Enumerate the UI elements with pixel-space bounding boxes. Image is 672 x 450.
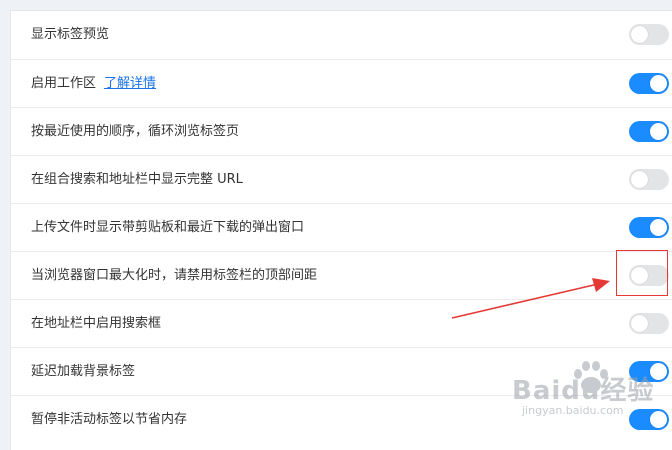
- setting-label: 当浏览器窗口最大化时，请禁用标签栏的顶部间距: [31, 268, 318, 283]
- setting-label: 暂停非活动标签以节省内存: [31, 412, 188, 427]
- setting-label: 延迟加载背景标签: [31, 364, 136, 379]
- setting-label: 显示标签预览: [31, 27, 110, 42]
- watermark-text: Baidu经验: [512, 376, 655, 406]
- address-search-toggle[interactable]: [629, 313, 669, 334]
- workspaces-toggle[interactable]: [629, 73, 669, 94]
- setting-row-tabbar-spacing: 当浏览器窗口最大化时，请禁用标签栏的顶部间距: [11, 251, 672, 299]
- setting-label: 启用工作区 了解详情: [31, 74, 156, 94]
- toggle-knob: [650, 219, 667, 236]
- setting-row-address-search: 在地址栏中启用搜索框: [11, 299, 672, 347]
- setting-label: 按最近使用的顺序，循环浏览标签页: [31, 124, 240, 139]
- setting-row-full-url: 在组合搜索和地址栏中显示完整 URL: [11, 155, 672, 203]
- toggle-knob: [631, 171, 648, 188]
- baidu-watermark: Baidu经验 jingyan.baidu.com: [512, 358, 662, 428]
- setting-row-workspaces: 启用工作区 了解详情: [11, 59, 672, 107]
- learn-more-link[interactable]: 了解详情: [104, 76, 156, 91]
- tab-preview-toggle[interactable]: [629, 24, 669, 45]
- annotation-highlight-box: [616, 250, 668, 296]
- toggle-knob: [631, 315, 648, 332]
- setting-row-tab-preview: 显示标签预览: [11, 11, 672, 59]
- workspaces-label: 启用工作区: [31, 76, 97, 91]
- full-url-toggle[interactable]: [629, 169, 669, 190]
- setting-row-upload-popup: 上传文件时显示带剪贴板和最近下载的弹出窗口: [11, 203, 672, 251]
- setting-label: 上传文件时显示带剪贴板和最近下载的弹出窗口: [31, 220, 305, 235]
- setting-label: 在地址栏中启用搜索框: [31, 316, 162, 331]
- toggle-knob: [650, 75, 667, 92]
- toggle-knob: [631, 26, 648, 43]
- upload-popup-toggle[interactable]: [629, 217, 669, 238]
- setting-label: 在组合搜索和地址栏中显示完整 URL: [31, 172, 243, 187]
- toggle-knob: [650, 123, 667, 140]
- watermark-subtext: jingyan.baidu.com: [522, 404, 624, 417]
- cycle-tabs-toggle[interactable]: [629, 121, 669, 142]
- setting-row-cycle-tabs: 按最近使用的顺序，循环浏览标签页: [11, 107, 672, 155]
